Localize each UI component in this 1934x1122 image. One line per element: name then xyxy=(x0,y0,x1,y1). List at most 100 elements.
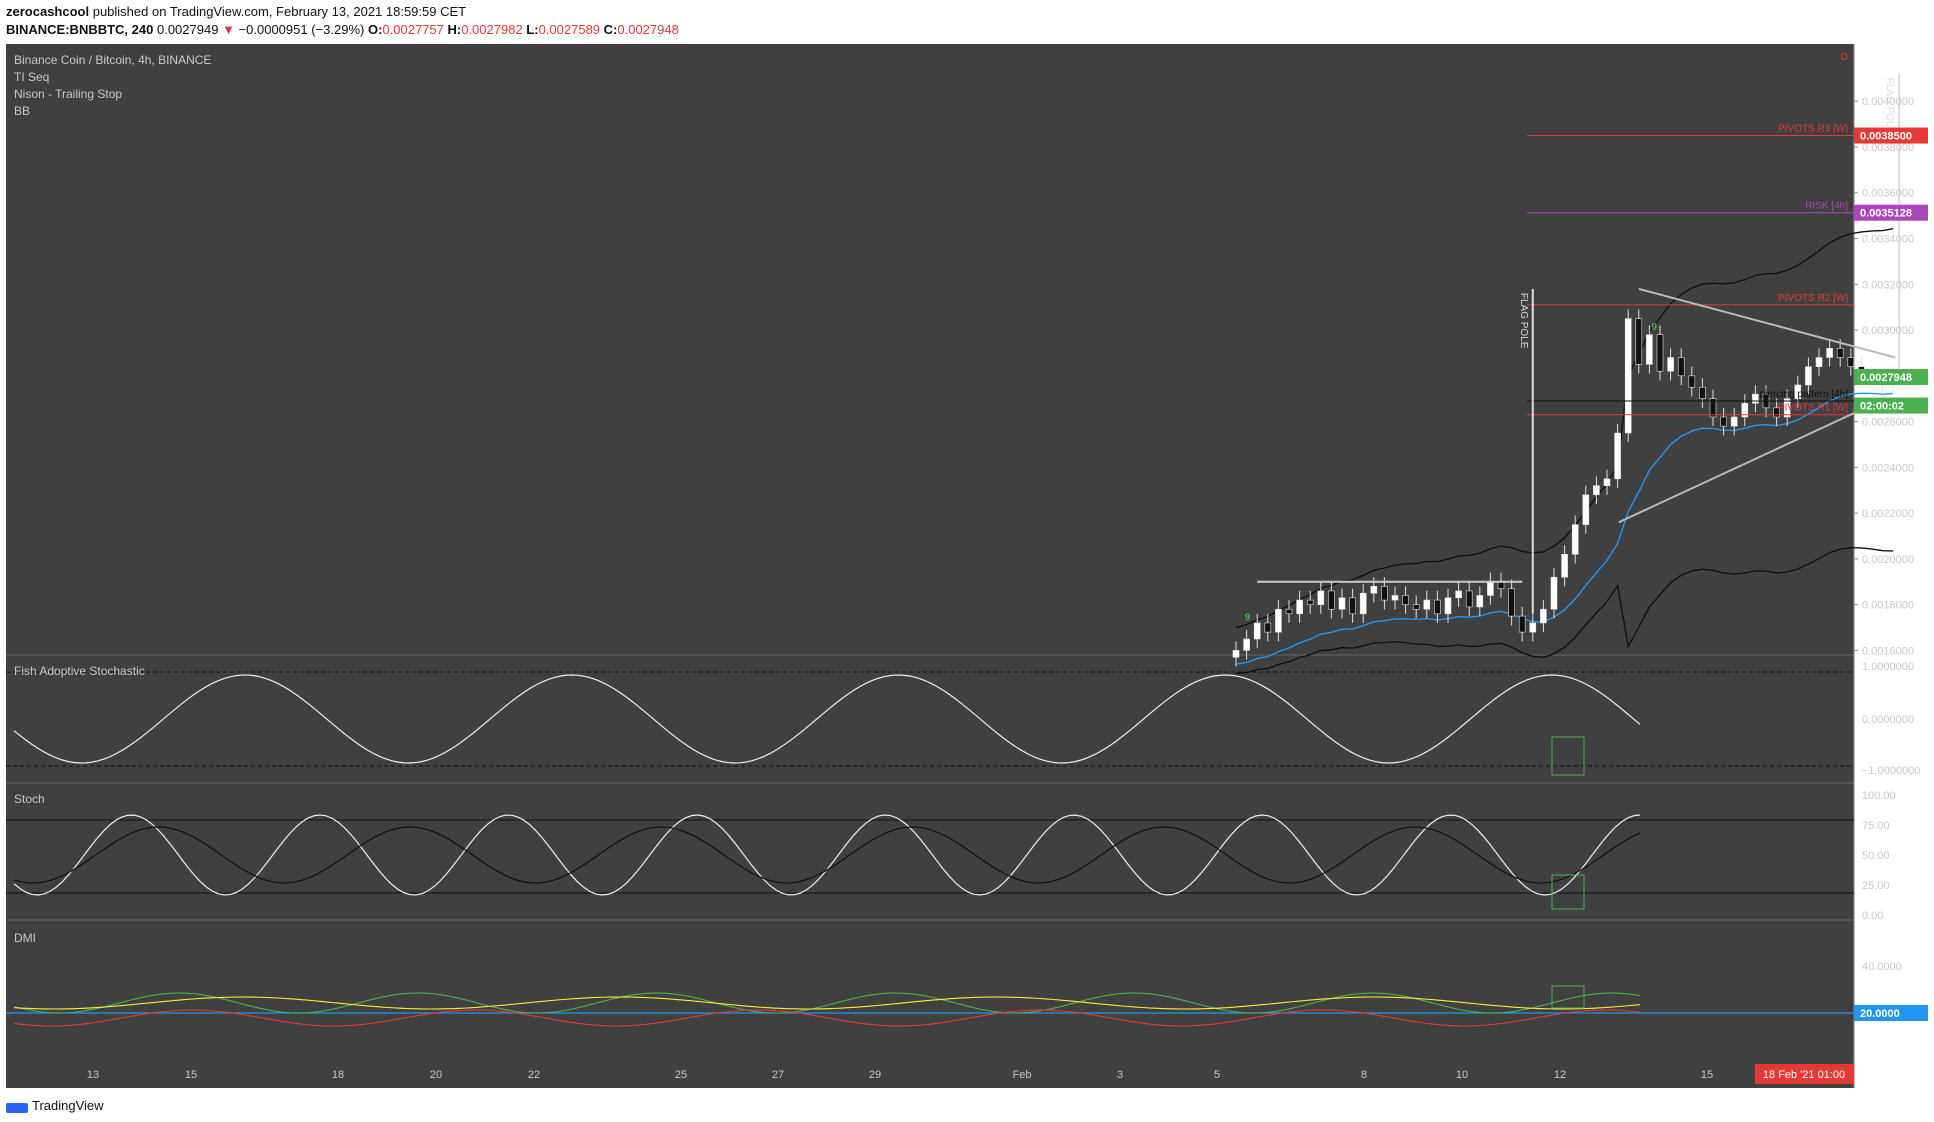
candle-body xyxy=(1381,586,1388,601)
time-tick-label: 12 xyxy=(1554,1069,1566,1081)
candle-body xyxy=(1444,597,1452,615)
panel-label: Fish Adoptive Stochastic xyxy=(14,664,145,678)
tradingview-logo-icon xyxy=(6,1102,28,1113)
flag-pole-label: FLAG POLE xyxy=(1518,293,1529,349)
candle-body xyxy=(1412,604,1420,610)
td-sequential-count: 9 xyxy=(1651,322,1657,333)
price-tick-label: 0.0020000 xyxy=(1862,554,1914,566)
time-tick-label: 3 xyxy=(1117,1069,1123,1081)
level-label: PIVOTS R2 [W] xyxy=(1778,293,1848,304)
level-label: PIVOTS R3 [W] xyxy=(1778,124,1848,135)
candle-body xyxy=(1635,318,1643,365)
candle-body xyxy=(1518,615,1526,633)
price-tick-label: 0.0016000 xyxy=(1862,645,1914,657)
td-sequential-count: 9 xyxy=(1245,613,1251,624)
candle-body xyxy=(1826,348,1833,358)
time-tick-label: Feb xyxy=(1013,1069,1032,1081)
time-tick-label: 13 xyxy=(87,1069,99,1081)
candle-body xyxy=(1296,599,1303,615)
candle-body xyxy=(1688,375,1696,388)
tradingview-footer: TradingView xyxy=(6,1098,104,1113)
price-badge-text: 0.0027948 xyxy=(1860,372,1912,384)
indicator-tick-label: 0.00 xyxy=(1862,910,1883,922)
candle-body xyxy=(1497,581,1505,589)
indicator-tick-label: 40.0000 xyxy=(1862,961,1902,973)
footer-brand: TradingView xyxy=(32,1098,104,1113)
candle-body xyxy=(1752,393,1759,404)
dmi-threshold-text: 20.0000 xyxy=(1860,1008,1900,1020)
candle-body xyxy=(1306,599,1314,605)
candle-body xyxy=(1593,485,1600,496)
time-tick-label: 25 xyxy=(675,1069,687,1081)
candle-body xyxy=(1434,599,1441,615)
panel-label: DMI xyxy=(14,931,36,945)
indicator-tick-label: 1.0000000 xyxy=(1862,661,1914,673)
candle-body xyxy=(1423,599,1431,610)
candle-body xyxy=(1550,576,1558,610)
time-tick-label: 5 xyxy=(1214,1069,1220,1081)
chart-background xyxy=(6,44,1854,1088)
candle-body xyxy=(1264,622,1272,633)
candle-body xyxy=(1677,357,1685,377)
price-tick-label: 0.0038000 xyxy=(1862,142,1914,154)
indicator-tick-label: −1.0000000 xyxy=(1862,765,1920,777)
price-badge-text: 02:00:02 xyxy=(1860,401,1904,413)
price-tick-label: 0.0030000 xyxy=(1862,325,1914,337)
panel-label: Stoch xyxy=(14,792,45,806)
candle-body xyxy=(1391,595,1399,601)
indicator-tick-label: 100.00 xyxy=(1862,790,1896,802)
candle-body xyxy=(1614,432,1621,480)
price-tick-label: 0.0036000 xyxy=(1862,188,1914,200)
candle-body xyxy=(1508,588,1515,617)
price-tick-label: 0.0034000 xyxy=(1862,234,1914,246)
candle-body xyxy=(1667,357,1674,372)
time-tick-label: 27 xyxy=(772,1069,784,1081)
time-tick-label: 10 xyxy=(1456,1069,1468,1081)
candle-body xyxy=(1317,590,1325,605)
level-label: piercing pattern [4h] xyxy=(1760,389,1849,400)
price-tick-label: 0.0032000 xyxy=(1862,279,1914,291)
candle-body xyxy=(1455,590,1462,599)
chart-canvas[interactable]: PIVOTS R3 [W] RISK [4h] PIVOTS R2 [W] pierc… xyxy=(0,0,1934,1122)
candle-body xyxy=(1370,586,1378,594)
current-time-label: 18 Feb '21 01:00 xyxy=(1763,1069,1845,1081)
indicator-tick-label: 0.0000000 xyxy=(1862,714,1914,726)
price-tick-label: 0.0026000 xyxy=(1862,417,1914,429)
candle-body xyxy=(1582,494,1590,525)
candle-body xyxy=(1847,357,1855,367)
candle-body xyxy=(1656,334,1664,372)
candle-body xyxy=(1561,554,1568,578)
price-tick-label: 0.0024000 xyxy=(1862,462,1914,474)
time-tick-label: 22 xyxy=(528,1069,540,1081)
candle-body xyxy=(1646,334,1653,365)
time-tick-label: 29 xyxy=(869,1069,881,1081)
legend-item: BB xyxy=(14,104,30,118)
candle-body xyxy=(1603,478,1611,486)
candle-body xyxy=(1359,592,1367,615)
time-tick-label: 15 xyxy=(185,1069,197,1081)
candle-body xyxy=(1624,318,1632,434)
candle-body xyxy=(1540,608,1547,624)
indicator-tick-label: 50.00 xyxy=(1862,850,1890,862)
period-marker: D xyxy=(1841,52,1848,63)
candle-body xyxy=(1232,650,1240,658)
candle-body xyxy=(1402,595,1409,605)
candle-body xyxy=(1487,581,1494,596)
price-badge-text: 0.0035128 xyxy=(1860,208,1912,220)
candle-body xyxy=(1338,597,1346,610)
indicator-tick-label: 75.00 xyxy=(1862,820,1890,832)
level-label: RISK [4h] xyxy=(1805,201,1848,212)
indicator-tick-label: 25.00 xyxy=(1862,880,1890,892)
candle-body xyxy=(1571,524,1579,555)
candle-body xyxy=(1285,608,1293,615)
candle-body xyxy=(1836,348,1844,358)
candle-body xyxy=(1243,638,1250,651)
candle-body xyxy=(1720,416,1727,427)
candle-body xyxy=(1476,595,1484,608)
candle-body xyxy=(1328,590,1335,610)
legend-item: Nison - Trailing Stop xyxy=(14,87,122,101)
candle-body xyxy=(1805,366,1812,386)
level-label: PIVOTS R1 [W] xyxy=(1778,403,1848,414)
time-tick-label: 18 xyxy=(332,1069,344,1081)
legend-item: TI Seq xyxy=(14,70,49,84)
